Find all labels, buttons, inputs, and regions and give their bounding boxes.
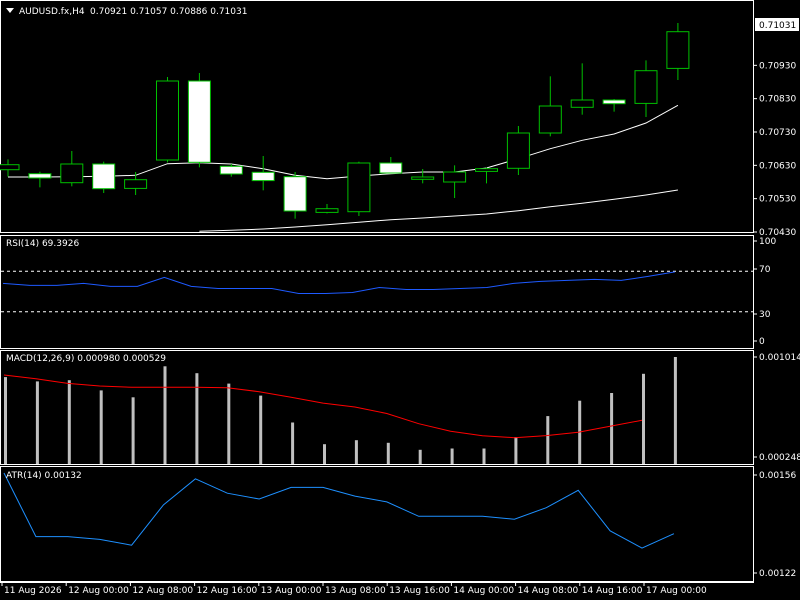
- candle-body: [315, 208, 339, 213]
- candle-body: [411, 176, 435, 180]
- macd-y-tick-label: 0.001014: [759, 353, 800, 363]
- macd-histogram-bar: [163, 366, 167, 464]
- candle-body: [219, 165, 243, 175]
- rsi-pane-frame: [0, 235, 754, 349]
- rsi-y-tick-label: 0: [759, 337, 765, 347]
- macd-title: MACD(12,26,9) 0.000980 0.000529: [6, 354, 166, 364]
- atr-pane-frame: [0, 466, 754, 582]
- macd-histogram-bar: [418, 449, 422, 464]
- atr-y-tick-label: 0.00122: [759, 569, 796, 579]
- atr-line: [3, 472, 675, 549]
- x-tick-label: 13 Aug 00:00: [261, 586, 322, 596]
- candle-body: [538, 105, 562, 134]
- macd-histogram-bar: [514, 437, 518, 464]
- price-y-tick-label: 0.70830: [759, 95, 796, 105]
- candle-body: [379, 162, 403, 174]
- ma-slow-line: [199, 189, 678, 232]
- atr-series-layer: [3, 472, 675, 549]
- rsi-series-layer: [1, 270, 753, 313]
- candle-body: [92, 163, 116, 190]
- x-tick-label: 11 Aug 2026: [4, 586, 62, 596]
- price-y-tick-label: 0.70630: [759, 161, 796, 171]
- rsi-y-tick-label: 100: [759, 237, 776, 247]
- rsi-y-tick-label: 30: [759, 310, 771, 320]
- x-tick-label: 12 Aug 16:00: [197, 586, 258, 596]
- chart-root: 0.70930 0.70830 0.70730 0.70630 0.70530 0.704…: [0, 0, 800, 600]
- atr-title: ATR(14) 0.00132: [6, 471, 82, 481]
- macd-histogram-bar: [291, 422, 295, 464]
- macd-series-layer: [3, 357, 677, 464]
- macd-histogram-bar: [99, 390, 103, 464]
- macd-histogram-bar: [354, 440, 358, 464]
- macd-pane-frame: [0, 350, 754, 465]
- macd-histogram-bar: [610, 393, 614, 464]
- candle-body: [124, 179, 148, 189]
- macd-histogram-bar: [227, 383, 231, 464]
- macd-y-tick-label: 0.000248: [759, 453, 800, 463]
- candle-body: [634, 70, 658, 104]
- x-tick-label: 12 Aug 00:00: [68, 586, 129, 596]
- macd-histogram-bar: [4, 377, 7, 464]
- candle-body: [251, 171, 275, 182]
- rsi-line: [2, 271, 676, 294]
- x-tick-label: 14 Aug 08:00: [518, 586, 579, 596]
- price-ohlc-readout: 0.70921 0.71057 0.70886 0.71031: [90, 7, 247, 17]
- candle-body: [602, 99, 626, 105]
- price-series-layer: [0, 23, 690, 232]
- x-tick-label: 14 Aug 16:00: [582, 586, 643, 596]
- price-y-tick-label: 0.70530: [759, 195, 796, 205]
- macd-histogram-bar: [35, 381, 39, 464]
- price-y-tick-label: 0.70730: [759, 128, 796, 138]
- x-tick-label: 13 Aug 16:00: [389, 586, 450, 596]
- candle-body: [506, 132, 530, 169]
- candle-body: [475, 168, 498, 172]
- candle-body: [156, 80, 179, 161]
- rsi-title: RSI(14) 69.3926: [6, 239, 79, 249]
- macd-histogram-bar: [67, 380, 71, 464]
- rsi-y-tick-label: 70: [759, 265, 771, 275]
- candle-body: [570, 99, 594, 108]
- atr-y-tick-label: 0.00156: [759, 471, 796, 481]
- macd-histogram-bar: [131, 397, 135, 464]
- x-tick-label: 17 Aug 00:00: [646, 586, 707, 596]
- macd-histogram-bar: [386, 442, 390, 464]
- candle-body: [187, 80, 211, 163]
- candle-body: [28, 173, 52, 179]
- symbol-dropdown-icon[interactable]: [6, 8, 14, 13]
- candle-body: [283, 176, 307, 212]
- macd-histogram-bar: [450, 448, 454, 464]
- candle-body: [443, 171, 467, 183]
- price-chart-title: AUDUSD.fx,H4: [19, 7, 85, 17]
- price-pane-frame: [0, 0, 754, 233]
- macd-histogram-bar: [323, 444, 326, 464]
- candle-body: [666, 31, 690, 69]
- macd-histogram-bar: [546, 416, 550, 464]
- candle-body: [60, 163, 84, 184]
- macd-histogram-bar: [482, 448, 486, 464]
- x-tick-label: 13 Aug 08:00: [325, 586, 386, 596]
- macd-histogram-bar: [673, 357, 677, 464]
- candle-body: [0, 164, 20, 171]
- x-tick-label: 14 Aug 00:00: [453, 586, 514, 596]
- chart-canvas[interactable]: 0.709300.708300.707300.706300.705300.704…: [0, 0, 800, 600]
- candle-body: [347, 162, 371, 213]
- x-tick-label: 12 Aug 08:00: [132, 586, 193, 596]
- price-y-tick-label: 0.70930: [759, 61, 796, 71]
- axis-tick-layer: 0.709300.708300.707300.706300.705300.704…: [1, 61, 800, 596]
- macd-histogram-bar: [259, 395, 263, 464]
- current-price-tag: 0.71031: [759, 21, 796, 31]
- macd-histogram-bar: [642, 373, 645, 464]
